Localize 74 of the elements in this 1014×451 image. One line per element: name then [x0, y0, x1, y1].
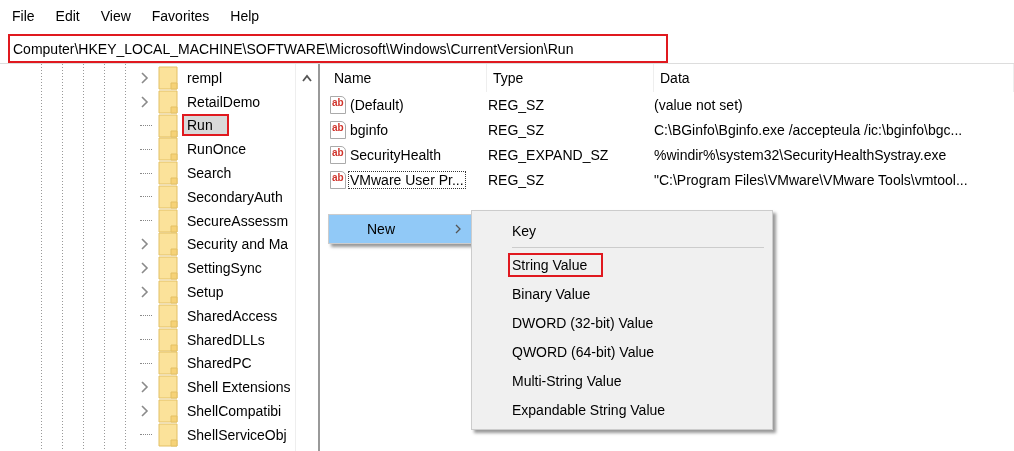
- value-data: %windir%\system32\SecurityHealthSystray.exe: [653, 146, 948, 163]
- menu-item[interactable]: QWORD (64-bit) Value: [508, 339, 671, 364]
- tree-item[interactable]: SharedAccess: [182, 304, 283, 327]
- tree-item[interactable]: ShellServiceObj: [182, 423, 292, 446]
- menu-item[interactable]: File: [12, 8, 35, 24]
- folder-icon: [158, 113, 178, 138]
- folder-icon: [158, 327, 178, 352]
- column-header[interactable]: Name: [328, 64, 487, 92]
- menu-item[interactable]: View: [100, 8, 131, 24]
- folder-icon: [158, 89, 178, 114]
- chevron-icon[interactable]: [140, 71, 150, 84]
- chevron-icon[interactable]: [140, 95, 150, 108]
- tree-item[interactable]: RunOnce: [182, 138, 252, 161]
- folder-icon: [158, 375, 178, 400]
- tree-item[interactable]: Security and Ma: [182, 233, 294, 256]
- chevron-icon: [454, 223, 462, 235]
- folder-icon: [158, 208, 178, 233]
- folder-icon: [158, 137, 178, 162]
- value-name[interactable]: (Default): [348, 95, 406, 114]
- tree-item[interactable]: SecondaryAuth: [182, 185, 288, 208]
- folder-icon: [158, 303, 178, 328]
- tree-item[interactable]: Search: [182, 162, 237, 185]
- menu-item[interactable]: Key: [508, 218, 553, 243]
- tree-item[interactable]: Shell Extensions: [182, 376, 295, 399]
- folder-icon: [158, 399, 178, 424]
- string-value-icon: ab: [330, 145, 346, 164]
- folder-icon: [158, 280, 178, 305]
- tree-item[interactable]: Setup: [182, 281, 229, 304]
- value-data: "C:\Program Files\VMware\VMware Tools\vmtool...: [653, 171, 969, 188]
- column-header[interactable]: Type: [487, 64, 654, 92]
- folder-icon: [158, 161, 178, 186]
- chevron-icon[interactable]: [140, 262, 150, 275]
- tree-item[interactable]: ShellCompatibi: [182, 400, 287, 423]
- value-type: REG_SZ: [487, 121, 545, 138]
- value-type: REG_SZ: [487, 171, 545, 188]
- folder-icon: [158, 184, 178, 209]
- value-data: (value not set): [653, 96, 744, 113]
- column-header[interactable]: Data: [654, 64, 1014, 92]
- tree-item[interactable]: SharedDLLs: [182, 328, 270, 351]
- folder-icon: [158, 65, 178, 90]
- menu-item[interactable]: Edit: [55, 8, 80, 24]
- value-name[interactable]: bginfo: [348, 120, 391, 139]
- scroll-up-icon[interactable]: [302, 74, 312, 82]
- address-bar[interactable]: Computer\HKEY_LOCAL_MACHINE\SOFTWARE\Microsoft\Windows\CurrentVersion\Run: [8, 34, 668, 63]
- menu-item[interactable]: Help: [230, 8, 260, 24]
- new-menu-item[interactable]: New: [329, 215, 472, 243]
- value-name[interactable]: VMware User Pr...: [348, 170, 466, 189]
- chevron-icon[interactable]: [140, 381, 150, 394]
- folder-icon: [158, 351, 178, 376]
- folder-icon: [158, 232, 178, 257]
- tree-item[interactable]: SettingSync: [182, 257, 267, 280]
- tree-item[interactable]: SecureAssessm: [182, 209, 294, 232]
- folder-icon: [158, 256, 178, 281]
- value-type: REG_EXPAND_SZ: [487, 146, 610, 163]
- menu-item[interactable]: Favorites: [151, 8, 210, 24]
- tree-item[interactable]: Run: [182, 114, 229, 137]
- menu-item[interactable]: Expandable String Value: [508, 397, 682, 422]
- chevron-icon[interactable]: [140, 286, 150, 299]
- chevron-icon[interactable]: [140, 405, 150, 418]
- value-name[interactable]: SecurityHealth: [348, 145, 444, 164]
- string-value-icon: ab: [330, 120, 346, 139]
- menu-item[interactable]: String Value: [508, 252, 604, 277]
- menu-item[interactable]: DWORD (32-bit) Value: [508, 310, 670, 335]
- tree-item[interactable]: SharedPC: [182, 352, 257, 375]
- value-data: C:\BGinfo\Bginfo.exe /accepteula /ic:\bginfo\bgc...: [653, 121, 964, 138]
- value-type: REG_SZ: [487, 96, 545, 113]
- chevron-icon[interactable]: [140, 238, 150, 251]
- string-value-icon: ab: [330, 170, 346, 189]
- string-value-icon: ab: [330, 95, 346, 114]
- tree-item[interactable]: RetailDemo: [182, 90, 266, 113]
- menu-item[interactable]: Multi-String Value: [508, 368, 638, 393]
- tree-item[interactable]: rempl: [182, 66, 227, 89]
- menu-item[interactable]: Binary Value: [508, 281, 607, 306]
- folder-icon: [158, 422, 178, 447]
